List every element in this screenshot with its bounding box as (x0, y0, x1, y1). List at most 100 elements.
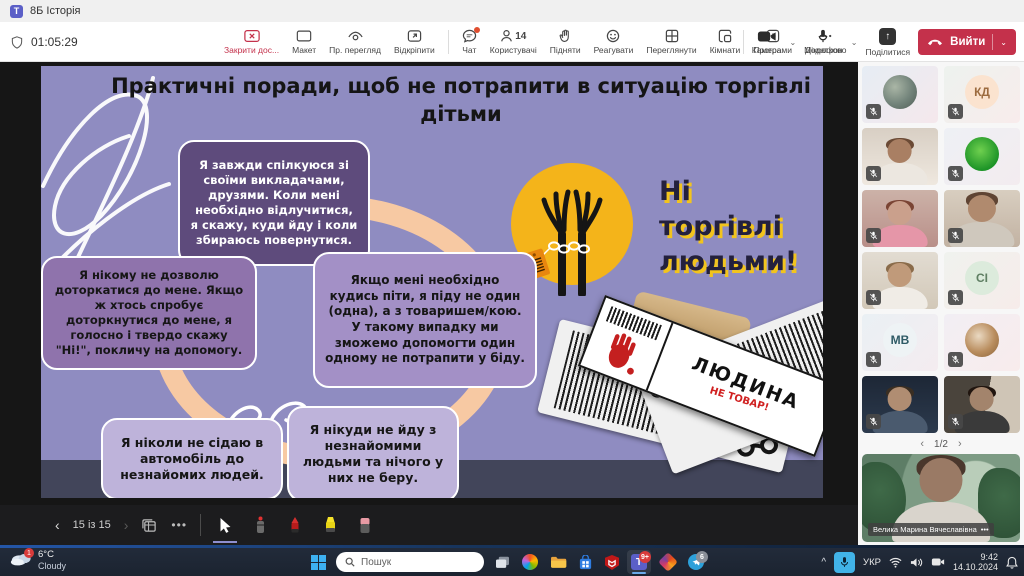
participant-tile[interactable]: СІ (944, 252, 1020, 309)
mic-off-icon (948, 414, 963, 429)
avatar-initials: МВ (883, 323, 917, 357)
hangup-icon (927, 38, 943, 46)
slide-grid-button[interactable] (141, 518, 158, 533)
participant-video-tile[interactable] (944, 190, 1020, 247)
react-button[interactable]: Реагувати (594, 29, 634, 55)
copilot-icon (522, 554, 538, 570)
next-slide-button[interactable]: › (124, 518, 129, 532)
pen-tool-button[interactable] (284, 512, 306, 538)
participant-video-tile[interactable] (862, 252, 938, 309)
m365-icon (658, 552, 678, 572)
participant-video-tile[interactable] (862, 376, 938, 433)
more-slide-options-button[interactable]: ••• (171, 518, 187, 532)
private-view-button[interactable]: Пр. перегляд (329, 29, 381, 55)
pagination-prev-button[interactable]: ‹ (920, 438, 924, 450)
camera-button[interactable]: Камера (752, 30, 782, 55)
file-explorer-button[interactable] (546, 550, 570, 574)
mic-off-icon (866, 290, 881, 305)
toolbar-divider (448, 30, 449, 54)
eraser-icon (359, 517, 371, 534)
slogan-text: Ні торгівлі людьми! (659, 174, 823, 279)
m365-button[interactable] (656, 550, 680, 574)
system-tray: ^ УКР 9:42 14.10.2024 (821, 548, 1018, 576)
window-title: 8Б Історія (30, 5, 81, 17)
participant-video-tile[interactable] (862, 128, 938, 185)
teams-meeting-window: T 8Б Історія 01:05:29 Закрити дос... Мак… (0, 0, 1024, 576)
chat-notification-dot (474, 27, 480, 33)
clock[interactable]: 9:42 14.10.2024 (953, 552, 998, 573)
rooms-icon (718, 29, 732, 43)
participant-video-tile[interactable] (862, 190, 938, 247)
participants-pagination: ‹ 1/2 › (858, 434, 1024, 454)
camera-options-chevron[interactable]: ⌄ (789, 38, 796, 47)
notifications-bell-icon[interactable] (1006, 556, 1018, 569)
weather-icon-wrap: 1 (10, 550, 32, 571)
camera-tray-icon[interactable] (931, 557, 945, 567)
tray-overflow-chevron[interactable]: ^ (821, 557, 826, 568)
control-divider (200, 514, 201, 536)
unpin-button[interactable]: Відкріпити (394, 29, 435, 55)
advice-bubble-bottom-right: Я нікуди не йду з незнайомими людьми та … (287, 406, 459, 498)
smiley-icon (606, 29, 620, 43)
advice-bubble-bottom-left: Я ніколи не сідаю в автомобіль до незнай… (101, 418, 283, 498)
highlighter-icon (324, 516, 337, 534)
layout-button[interactable]: Макет (292, 29, 316, 55)
participants-button[interactable]: 14 Користувачі (490, 29, 537, 55)
laser-pointer-tool-button[interactable] (249, 512, 271, 538)
start-button[interactable] (306, 550, 330, 574)
mcafee-button[interactable] (600, 550, 624, 574)
task-view-button[interactable] (490, 550, 514, 574)
participant-tile[interactable] (944, 314, 1020, 371)
teams-taskbar-button[interactable]: T 9+ (627, 550, 651, 574)
raise-hand-icon (559, 29, 572, 43)
weather-condition: Cloudy (38, 561, 66, 571)
red-hand-icon (597, 328, 647, 379)
barcode-collage: ЛЮДИНА НЕ ТОВАР! (553, 308, 823, 498)
rooms-button[interactable]: Кімнати (710, 29, 741, 55)
stop-presenting-button[interactable]: Закрити дос... (224, 29, 279, 55)
copilot-button[interactable] (518, 550, 542, 574)
pen-icon (289, 516, 301, 534)
leave-options-chevron[interactable]: ⌄ (1000, 38, 1007, 47)
participant-tile[interactable] (862, 66, 938, 123)
mic-options-chevron[interactable]: ⌄ (851, 38, 858, 47)
share-button[interactable]: ↑ Поділитися (865, 28, 910, 57)
participant-video-tile[interactable] (944, 376, 1020, 433)
pagination-next-button[interactable]: › (958, 438, 962, 450)
pop-out-icon (407, 29, 422, 43)
ms-store-button[interactable] (573, 550, 597, 574)
chat-button[interactable]: Чат (462, 29, 477, 55)
advice-bubble-top: Я завжди спілкуюся зі своїми викладачами… (178, 140, 370, 266)
telegram-button[interactable]: 6 (684, 550, 708, 574)
cursor-tool-button[interactable] (214, 512, 236, 538)
highlighter-tool-button[interactable] (319, 512, 341, 538)
raise-hand-button[interactable]: Підняти (550, 29, 581, 55)
weather-widget[interactable]: 1 6°C Cloudy (10, 550, 66, 571)
grid-view-icon (665, 29, 679, 43)
meeting-toolbar: 01:05:29 Закрити дос... Макет Пр. перегл… (0, 22, 1024, 62)
prev-slide-button[interactable]: ‹ (55, 518, 60, 532)
mic-off-icon (948, 166, 963, 181)
leave-button[interactable]: Вийти ⌄ (918, 29, 1016, 55)
wifi-icon[interactable] (889, 557, 902, 568)
active-mic-indicator[interactable] (834, 552, 855, 573)
view-button[interactable]: Переглянути (646, 29, 696, 55)
language-indicator[interactable]: УКР (863, 557, 881, 568)
volume-icon[interactable] (910, 557, 923, 568)
slide-canvas: Практичні поради, щоб не потрапити в сит… (41, 66, 823, 498)
presenter-more-dots[interactable]: ••• (981, 525, 989, 534)
participant-tile[interactable]: КД (944, 66, 1020, 123)
windows-logo-icon (311, 555, 326, 570)
participant-tile[interactable]: МВ (862, 314, 938, 371)
layout-icon (296, 29, 312, 43)
avatar-initials: СІ (965, 261, 999, 295)
teams-icon: T 9+ (631, 554, 647, 570)
taskbar-search[interactable]: Пошук (336, 552, 484, 572)
participant-tile[interactable] (944, 128, 1020, 185)
timer-value: 01:05:29 (31, 35, 78, 49)
mic-button[interactable]: Мікрофон (804, 29, 843, 55)
slogan-line-1: Ні (659, 174, 823, 209)
presenter-video-tile[interactable]: Велика Марина Вячеславівна ••• (862, 454, 1020, 542)
eraser-tool-button[interactable] (354, 512, 376, 538)
window-titlebar: T 8Б Історія (0, 0, 1024, 22)
